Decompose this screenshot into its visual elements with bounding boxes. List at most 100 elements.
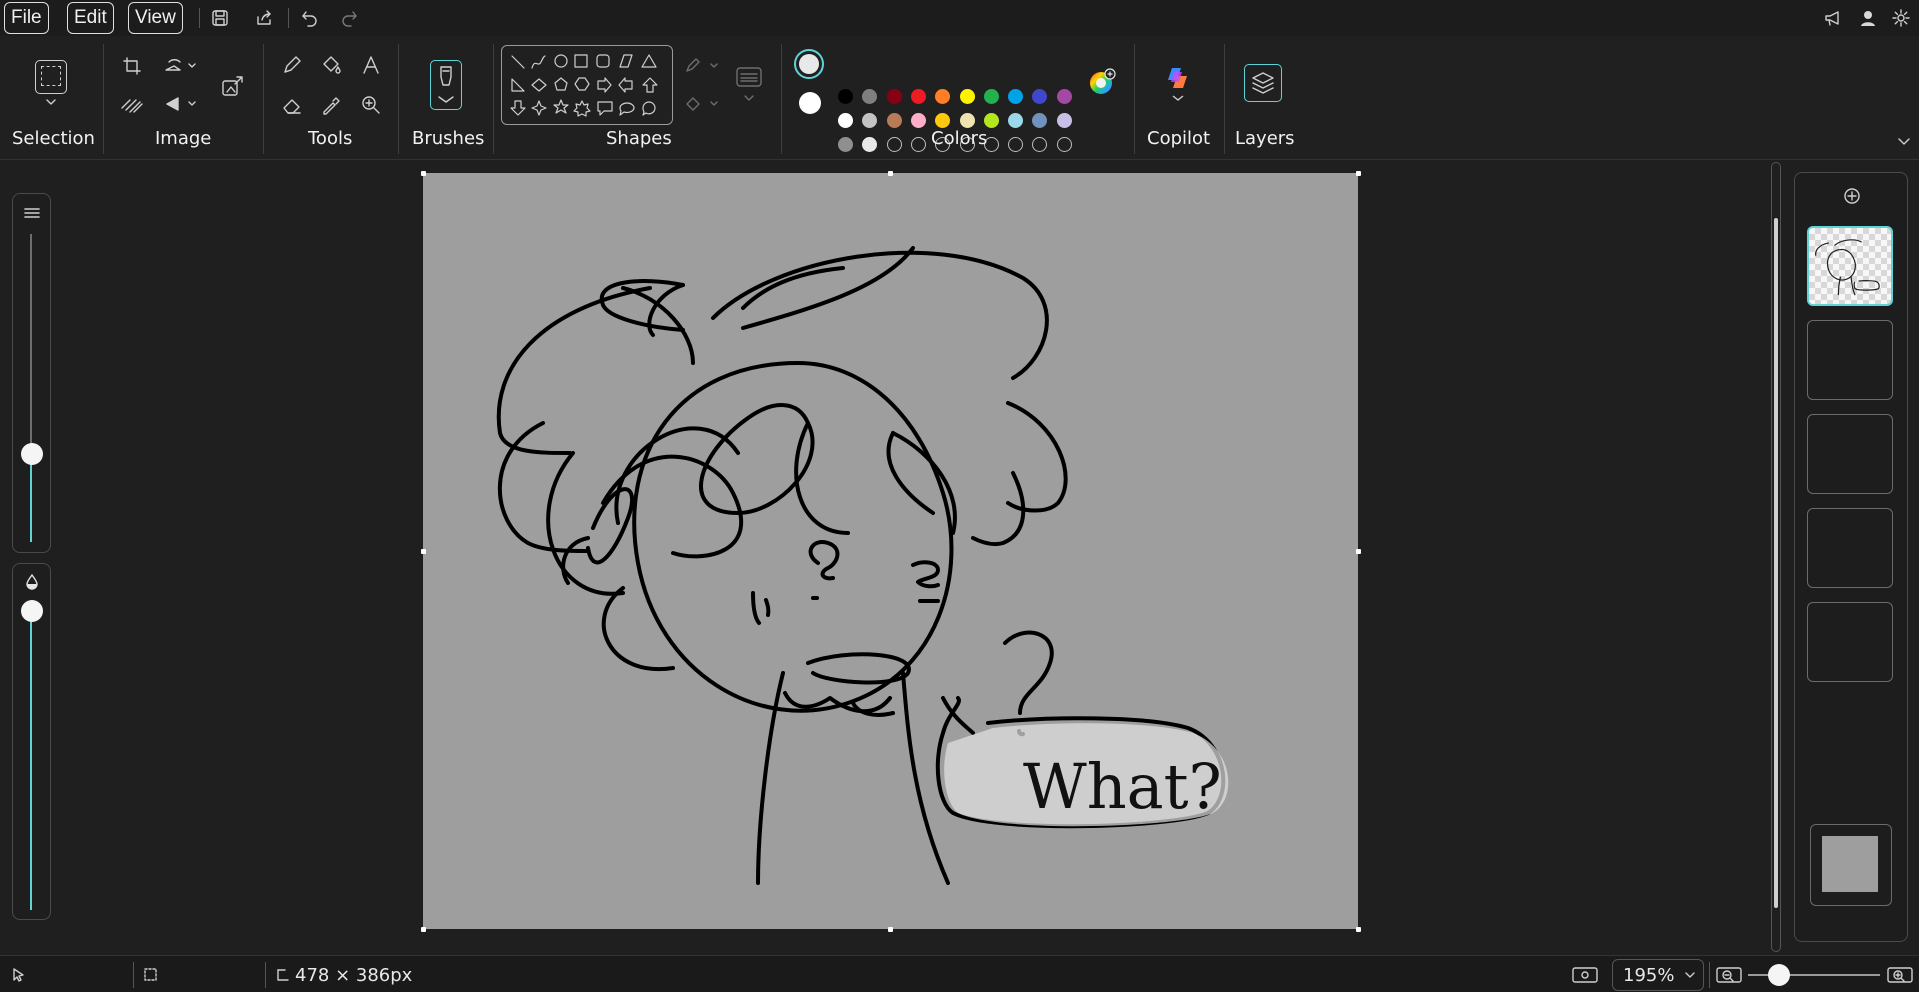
resize-handle-bottom-right[interactable] (1356, 927, 1361, 932)
color-swatch[interactable] (862, 89, 878, 104)
opacity-thumb[interactable] (21, 600, 43, 622)
account-icon[interactable] (1858, 8, 1878, 28)
menu-divider (199, 8, 200, 28)
color-swatch[interactable] (1032, 113, 1048, 128)
empty-color-swatch[interactable] (886, 137, 902, 152)
resize-handle-left[interactable] (421, 549, 426, 554)
undo-icon[interactable] (300, 8, 320, 28)
view-menu-button[interactable]: View (128, 2, 183, 34)
empty-color-swatch[interactable] (1008, 137, 1024, 152)
layer-slot[interactable] (1807, 414, 1893, 494)
color-swatch[interactable] (838, 89, 853, 104)
color-swatch[interactable] (1056, 113, 1072, 128)
layer-thumbnail-active[interactable] (1807, 226, 1893, 306)
fill-bucket-icon[interactable] (320, 54, 342, 76)
shape-outline-icon[interactable] (684, 56, 722, 76)
flip-icon[interactable] (163, 94, 197, 114)
ribbon-divider (263, 44, 264, 154)
color-swatch[interactable] (838, 113, 853, 128)
color-swatch[interactable] (959, 89, 975, 104)
canvas-size-icon (275, 967, 291, 983)
file-menu-button[interactable]: File (4, 2, 49, 34)
magnifier-icon[interactable] (360, 94, 382, 116)
secondary-color-button[interactable] (799, 92, 821, 114)
primary-color-button[interactable] (794, 49, 824, 79)
zoom-slider-thumb[interactable] (1768, 964, 1790, 986)
brush-size-slider[interactable] (12, 193, 51, 553)
color-swatch[interactable] (983, 113, 999, 128)
opacity-slider[interactable] (12, 563, 51, 920)
ribbon-divider (1224, 44, 1225, 154)
zoom-level-dropdown[interactable]: 195% (1612, 959, 1704, 991)
color-swatch[interactable] (935, 113, 951, 128)
resize-handle-bottom[interactable] (888, 927, 893, 932)
text-tool-icon[interactable] (360, 54, 382, 76)
layers-button[interactable] (1244, 64, 1282, 102)
pencil-icon[interactable] (281, 54, 303, 76)
rotate-icon[interactable] (163, 56, 197, 76)
color-swatch[interactable] (1008, 113, 1024, 128)
brush-size-thumb[interactable] (21, 443, 43, 465)
color-swatch[interactable] (862, 113, 878, 128)
image-effects-icon[interactable] (120, 94, 146, 114)
scrollbar-thumb[interactable] (1774, 218, 1778, 908)
layer-slot[interactable] (1807, 320, 1893, 400)
empty-color-swatch[interactable] (910, 137, 926, 152)
edit-colors-icon[interactable] (1088, 68, 1116, 96)
selection-tool-button[interactable] (35, 60, 67, 94)
resize-handle-bottom-left[interactable] (421, 927, 426, 932)
cursor-position-icon (12, 967, 26, 983)
feedback-icon[interactable] (1823, 8, 1843, 28)
colors-group-label: Colors (931, 128, 988, 149)
drawing-artwork: What? (496, 246, 1229, 885)
color-swatch[interactable] (862, 137, 878, 152)
color-swatch[interactable] (910, 89, 926, 104)
zoom-out-icon[interactable] (1716, 967, 1742, 983)
collapse-ribbon-chevron-icon[interactable] (1896, 136, 1912, 148)
color-picker-icon[interactable] (320, 94, 342, 116)
color-swatch[interactable] (935, 89, 951, 104)
add-layer-icon[interactable] (1843, 187, 1861, 205)
color-swatch[interactable] (1032, 89, 1048, 104)
crop-icon[interactable] (122, 56, 142, 76)
background-layer[interactable] (1810, 824, 1892, 906)
resize-image-icon[interactable] (221, 74, 245, 98)
color-swatch[interactable] (838, 137, 853, 152)
ribbon-divider (103, 44, 104, 154)
zoom-in-icon[interactable] (1887, 967, 1913, 983)
resize-handle-top-right[interactable] (1356, 171, 1361, 176)
copilot-icon[interactable] (1164, 64, 1192, 104)
color-swatch[interactable] (886, 89, 902, 104)
resize-handle-top[interactable] (888, 171, 893, 176)
empty-color-swatch[interactable] (1032, 137, 1048, 152)
shape-fill-icon[interactable] (684, 94, 722, 114)
fit-to-window-icon[interactable] (1571, 966, 1599, 984)
color-swatch[interactable] (1056, 89, 1072, 104)
empty-color-swatch[interactable] (1056, 137, 1072, 152)
resize-handle-top-left[interactable] (421, 171, 426, 176)
brushes-button[interactable] (430, 60, 462, 110)
line-thickness-icon[interactable] (735, 66, 765, 106)
color-swatch[interactable] (886, 113, 902, 128)
zoom-level-text: 195% (1623, 965, 1675, 986)
settings-gear-icon[interactable] (1891, 8, 1911, 28)
eraser-icon[interactable] (281, 94, 303, 116)
save-icon[interactable] (210, 8, 230, 28)
copilot-group-label: Copilot (1147, 128, 1211, 149)
layer-slot[interactable] (1807, 602, 1893, 682)
shapes-gallery[interactable] (501, 45, 673, 125)
color-swatch[interactable] (983, 89, 999, 104)
edit-menu-button[interactable]: Edit (67, 2, 114, 34)
drawing-canvas[interactable]: What? (423, 173, 1358, 929)
resize-handle-right[interactable] (1356, 549, 1361, 554)
layers-group-label: Layers (1235, 128, 1295, 149)
vertical-scrollbar[interactable] (1771, 162, 1781, 952)
color-swatch[interactable] (1008, 89, 1024, 104)
color-swatch[interactable] (910, 113, 926, 128)
selection-dropdown-chevron-icon[interactable] (43, 96, 59, 108)
layer-slot[interactable] (1807, 508, 1893, 588)
brushes-group-label: Brushes (412, 128, 485, 149)
redo-icon[interactable] (339, 8, 359, 28)
share-icon[interactable] (254, 8, 274, 28)
color-swatch[interactable] (959, 113, 975, 128)
